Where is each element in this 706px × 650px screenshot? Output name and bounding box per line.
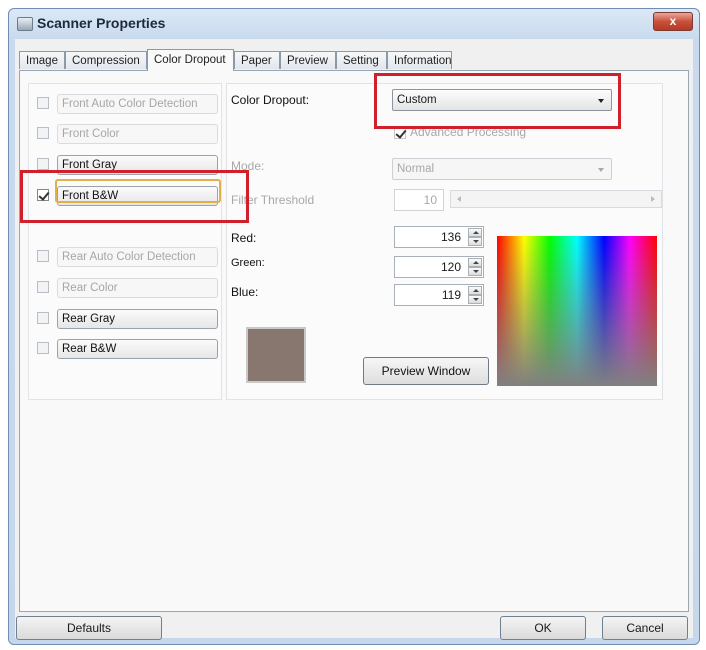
spin-down-icon[interactable] [468,267,482,276]
slider-left-arrow-icon[interactable] [457,196,461,202]
checkbox[interactable] [37,97,49,109]
option-label: Rear Auto Color Detection [57,247,218,267]
red-label: Red: [231,231,257,245]
green-label: Green: [231,257,265,269]
checkbox[interactable] [37,158,49,170]
tab-compression[interactable]: Compression [65,51,147,69]
tab-image[interactable]: Image [19,51,65,69]
checkbox[interactable] [37,312,49,324]
spin-up-icon[interactable] [468,228,482,237]
checkbox[interactable] [37,127,49,139]
spin-down-icon[interactable] [468,295,482,304]
option-label: Rear B&W [57,339,218,359]
focus-ring-front-bw [55,179,221,203]
mode-select[interactable]: Normal [392,158,612,180]
mode-value: Normal [397,163,435,175]
slider-right-arrow-icon[interactable] [651,196,655,202]
spin-up-icon[interactable] [468,286,482,295]
blue-label: Blue: [231,285,259,299]
tab-setting[interactable]: Setting [336,51,387,69]
red-value: 136 [440,230,461,244]
ok-button[interactable]: OK [500,616,586,640]
spin-down-icon[interactable] [468,237,482,246]
title-bar[interactable]: Scanner Properties x [9,9,699,39]
blue-value: 119 [441,288,461,302]
option-label: Front Color [57,124,218,144]
defaults-button[interactable]: Defaults [16,616,162,640]
red-spinner[interactable]: 136 [394,226,484,248]
blue-spin-buttons[interactable] [468,286,482,304]
image-type-group: Front Auto Color Detection Front Color F… [28,83,222,400]
checkbox[interactable] [37,250,49,262]
checkbox[interactable] [37,342,49,354]
red-spin-buttons[interactable] [468,228,482,246]
option-label: Front Auto Color Detection [57,94,218,114]
tab-paper[interactable]: Paper [234,51,280,69]
filter-threshold-field[interactable]: 10 [394,189,444,211]
checkbox[interactable] [37,281,49,293]
chevron-down-icon [598,168,604,172]
tab-information[interactable]: Information [387,51,452,69]
option-label: Rear Gray [57,309,218,329]
spin-up-icon[interactable] [468,258,482,267]
highlight-color-dropout-select [374,73,621,129]
tab-color-dropout[interactable]: Color Dropout [147,49,234,71]
preview-window-button[interactable]: Preview Window [363,357,489,385]
scanner-app-icon [17,17,33,31]
selected-color-swatch [246,327,306,383]
green-spinner[interactable]: 120 [394,256,484,278]
filter-threshold-slider[interactable] [450,190,662,208]
window-title: Scanner Properties [37,15,166,31]
blue-spinner[interactable]: 119 [394,284,484,306]
green-value: 120 [440,260,461,274]
color-dropout-label: Color Dropout: [231,93,310,107]
cancel-button[interactable]: Cancel [602,616,688,640]
green-spin-buttons[interactable] [468,258,482,276]
close-button[interactable]: x [653,12,693,31]
option-label: Rear Color [57,278,218,298]
tab-preview[interactable]: Preview [280,51,336,69]
color-spectrum-picker[interactable] [497,236,657,386]
